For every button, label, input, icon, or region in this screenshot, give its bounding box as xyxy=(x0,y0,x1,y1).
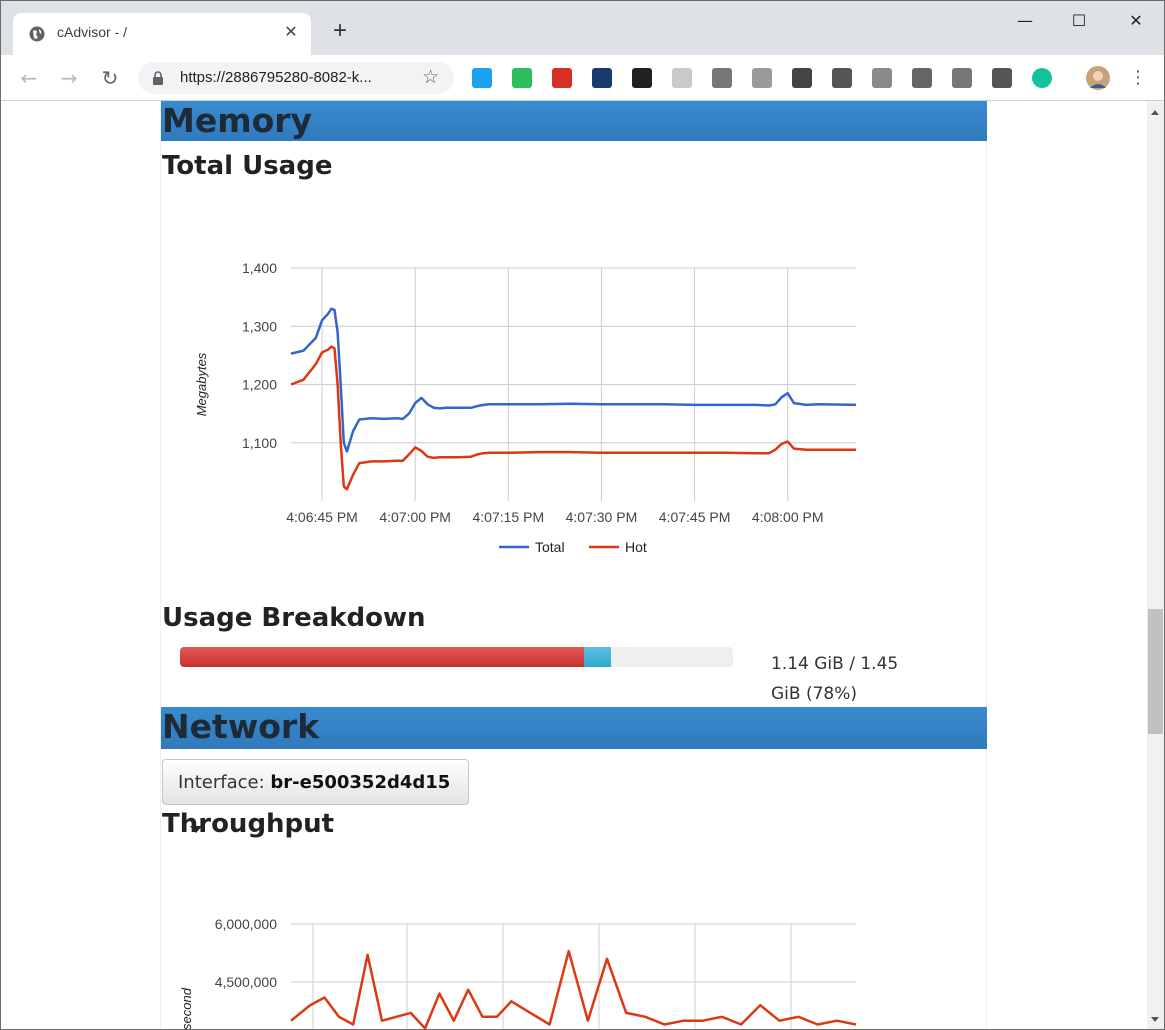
page-viewport: Memory Total Usage 1,100 1,200 1,300 1,400 4… xyxy=(1,101,1147,1029)
interface-dropdown[interactable]: Interface: br-e500352d4d15 xyxy=(162,759,469,833)
y-axis-label: second xyxy=(179,987,194,1029)
y-tick-label: 1,200 xyxy=(242,377,277,393)
y-tick-label: 6,000,000 xyxy=(215,916,277,932)
hot-memory-bar xyxy=(180,647,584,667)
url-text: https://2886795280-8082-k... xyxy=(180,69,372,86)
extension-14[interactable] xyxy=(992,68,1012,88)
browser-window: cAdvisor - / ✕ + — ☐ ✕ ← → ↻ https://288… xyxy=(0,0,1165,1030)
network-throughput-chart: 4,500,000 6,000,000 second xyxy=(179,916,857,1029)
interface-value: br-e500352d4d15 xyxy=(270,772,451,793)
reload-icon[interactable]: ↻ xyxy=(97,65,123,91)
x-tick-label: 4:07:30 PM xyxy=(566,509,638,525)
trello-icon[interactable] xyxy=(792,68,812,88)
scroll-down-icon[interactable] xyxy=(1151,1017,1159,1022)
y-tick-label: 4,500,000 xyxy=(215,974,277,990)
scrollbar-thumb[interactable] xyxy=(1148,609,1163,734)
legend-label-hot: Hot xyxy=(625,539,647,555)
forward-arrow-icon[interactable]: → xyxy=(56,65,82,91)
x-tick-label: 4:08:00 PM xyxy=(752,509,824,525)
new-tab-button[interactable]: + xyxy=(327,19,353,45)
lock-icon xyxy=(153,71,163,85)
close-window-button[interactable]: ✕ xyxy=(1116,9,1156,33)
cadvisor-page: Memory Total Usage 1,100 1,200 1,300 1,400 4… xyxy=(160,101,987,1029)
x-tick-label: 4:07:00 PM xyxy=(379,509,451,525)
y-tick-label: 1,300 xyxy=(242,318,277,334)
memory-usage-text: 1.14 GiB / 1.45 GiB (78%) xyxy=(771,654,899,704)
gmail-icon[interactable] xyxy=(552,68,572,88)
tab-title: cAdvisor - / xyxy=(57,24,128,40)
total-usage-title: Total Usage xyxy=(162,151,333,181)
back-arrow-icon[interactable]: ← xyxy=(16,65,42,91)
extension-10[interactable] xyxy=(832,68,852,88)
y-axis-label: Megabytes xyxy=(194,352,209,416)
total-memory-bar xyxy=(583,647,612,667)
browser-toolbar: ← → ↻ https://2886795280-8082-k... ☆ ⋮ xyxy=(1,55,1164,101)
x-tick-label: 4:07:15 PM xyxy=(473,509,545,525)
evernote-icon[interactable] xyxy=(512,68,532,88)
bookmark-star-icon[interactable]: ☆ xyxy=(422,66,439,88)
extension-6[interactable] xyxy=(672,68,692,88)
maximize-button[interactable]: ☐ xyxy=(1059,9,1099,33)
memory-usage-bar xyxy=(180,647,733,667)
minimize-button[interactable]: — xyxy=(1005,9,1045,33)
tab-strip: cAdvisor - / ✕ + — ☐ ✕ xyxy=(1,1,1164,55)
tab-cadvisor[interactable]: cAdvisor - / ✕ xyxy=(13,13,311,55)
tag-icon[interactable] xyxy=(912,68,932,88)
globe-icon xyxy=(29,26,45,42)
menu-dots-icon[interactable]: ⋮ xyxy=(1129,67,1147,89)
extension-13[interactable] xyxy=(952,68,972,88)
interface-label: Interface: xyxy=(178,772,271,793)
legend-label-total: Total xyxy=(535,539,565,555)
usage-breakdown-title: Usage Breakdown xyxy=(162,603,426,633)
network-section-header: Network xyxy=(161,707,987,749)
vertical-scrollbar[interactable] xyxy=(1147,101,1164,1029)
y-tick-label: 1,400 xyxy=(242,260,277,276)
grammarly-icon[interactable] xyxy=(1032,68,1052,88)
series-line-total xyxy=(290,307,857,453)
extension-1[interactable] xyxy=(472,68,492,88)
tab-close-icon[interactable]: ✕ xyxy=(281,21,301,43)
profile-avatar[interactable] xyxy=(1086,66,1110,90)
memory-usage-chart: 1,100 1,200 1,300 1,400 4:06:45 PM 4:07:00 PM… xyxy=(194,260,857,555)
y-tick-label: 1,100 xyxy=(242,435,277,451)
address-bar[interactable]: https://2886795280-8082-k... ☆ xyxy=(138,62,454,94)
throughput-title: Throughput xyxy=(162,809,335,839)
extension-8[interactable] xyxy=(752,68,772,88)
extension-7[interactable] xyxy=(712,68,732,88)
memory-section-header: Memory xyxy=(161,101,987,141)
x-tick-label: 4:06:45 PM xyxy=(286,509,358,525)
scroll-up-icon[interactable] xyxy=(1151,110,1159,115)
x-tick-label: 4:07:45 PM xyxy=(659,509,731,525)
drive-icon[interactable] xyxy=(872,68,892,88)
throughput-series-line xyxy=(290,949,857,1029)
buffer-icon[interactable] xyxy=(632,68,652,88)
analytics-icon[interactable] xyxy=(592,68,612,88)
